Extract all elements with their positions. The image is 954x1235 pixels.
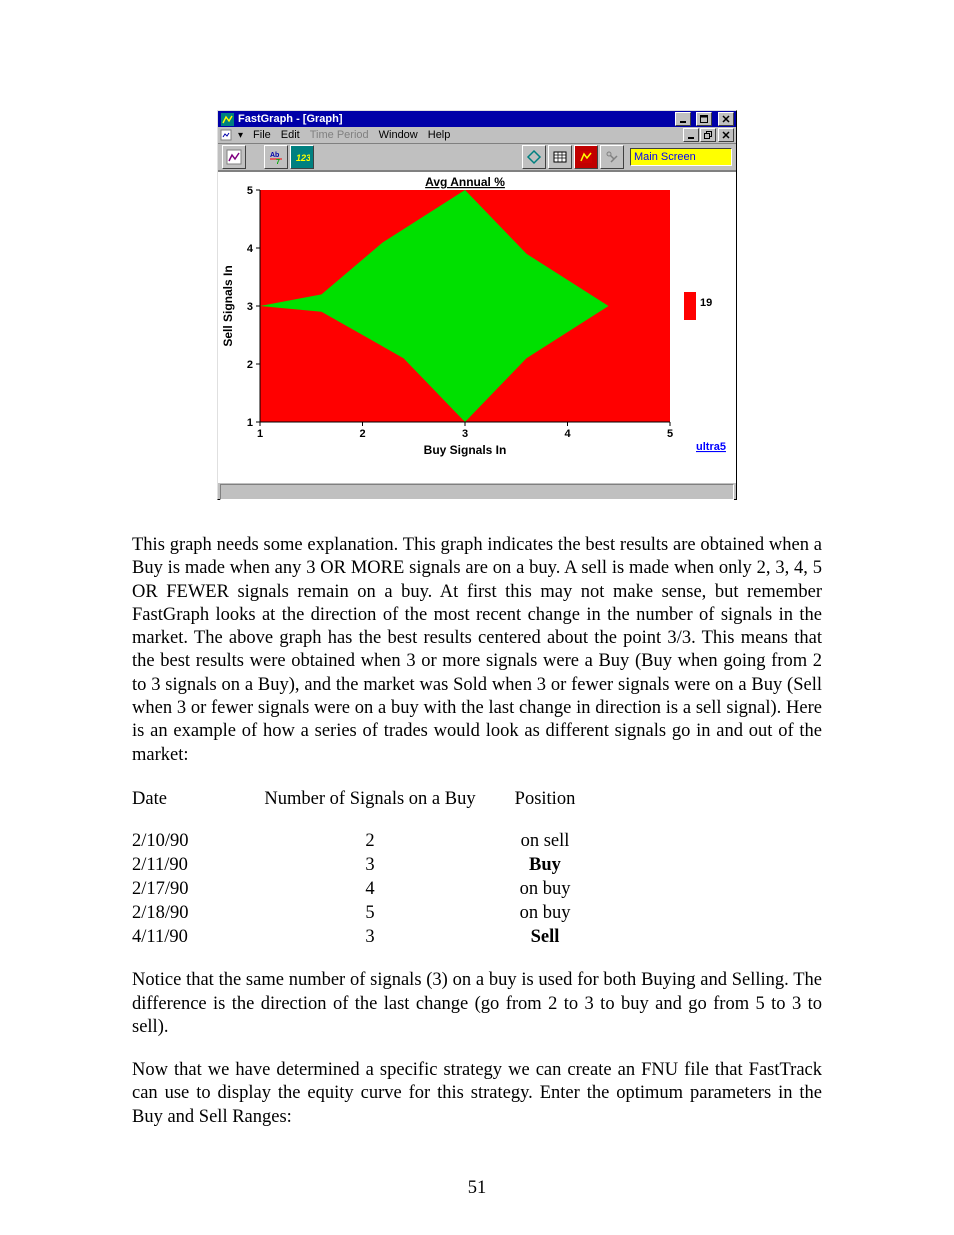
menu-window[interactable]: Window	[379, 129, 418, 141]
svg-text:1: 1	[257, 428, 263, 440]
svg-text:1: 1	[247, 417, 253, 429]
legend-value: 19	[700, 297, 712, 309]
menu-file[interactable]: File	[253, 129, 271, 141]
mdi-doc-icon[interactable]	[220, 128, 234, 142]
cell-position: Buy	[490, 853, 600, 877]
tb-pin-icon[interactable]	[600, 145, 624, 169]
table-row: 2/18/905on buy	[132, 901, 822, 925]
close-button[interactable]	[718, 112, 734, 126]
svg-text:2: 2	[359, 428, 365, 440]
cell-date: 2/18/90	[132, 901, 250, 925]
maximize-button[interactable]	[696, 112, 712, 126]
menu-help[interactable]: Help	[428, 129, 451, 141]
cell-position: on buy	[490, 901, 600, 925]
svg-text:7: 7	[276, 159, 280, 165]
table-header: Date Number of Signals on a Buy Position	[132, 787, 822, 811]
table-row: 2/10/902on sell	[132, 829, 822, 853]
chart-title: Avg Annual %	[425, 175, 505, 189]
mdi-minimize-button[interactable]	[683, 128, 699, 142]
cell-date: 2/10/90	[132, 829, 250, 853]
window-title: FastGraph - [Graph]	[238, 113, 343, 125]
cell-signals: 3	[250, 925, 490, 949]
svg-text:2: 2	[247, 359, 253, 371]
menu-time-period[interactable]: Time Period	[310, 129, 369, 141]
titlebar: FastGraph - [Graph]	[218, 111, 736, 127]
cell-position: on sell	[490, 829, 600, 853]
tb-chart-icon[interactable]	[222, 145, 246, 169]
tb-diamond-icon[interactable]	[522, 145, 546, 169]
th-signals: Number of Signals on a Buy	[250, 787, 490, 811]
cell-signals: 5	[250, 901, 490, 925]
menubar: ▾ File Edit Time Period Window Help	[218, 127, 736, 144]
tb-grid-icon[interactable]	[548, 145, 572, 169]
cell-signals: 2	[250, 829, 490, 853]
cell-position: on buy	[490, 877, 600, 901]
svg-text:4: 4	[564, 428, 571, 440]
chart-xlabel: Buy Signals In	[424, 443, 507, 457]
mdi-restore-button[interactable]	[700, 128, 716, 142]
toolbar: Ab7 123 Main Screen	[218, 144, 736, 171]
svg-text:4: 4	[247, 243, 254, 255]
svg-text:3: 3	[247, 301, 253, 313]
app-window: FastGraph - [Graph] ▾ File Edit Time Per…	[217, 110, 737, 500]
table-row: 2/11/903Buy	[132, 853, 822, 877]
tb-abc-icon[interactable]: Ab7	[264, 145, 288, 169]
svg-text:3: 3	[462, 428, 468, 440]
paragraph-1: This graph needs some explanation. This …	[132, 534, 822, 767]
th-position: Position	[490, 787, 600, 811]
mdi-dropdown-icon[interactable]: ▾	[238, 130, 243, 141]
main-screen-field[interactable]: Main Screen	[630, 148, 732, 166]
minimize-button[interactable]	[675, 112, 691, 126]
menu-edit[interactable]: Edit	[281, 129, 300, 141]
cell-date: 4/11/90	[132, 925, 250, 949]
app-icon	[220, 112, 234, 126]
table-row: 4/11/903Sell	[132, 925, 822, 949]
cell-position: Sell	[490, 925, 600, 949]
page-number: 51	[0, 1178, 954, 1199]
main-screen-label: Main Screen	[634, 151, 696, 163]
svg-text:5: 5	[247, 185, 253, 197]
cell-signals: 4	[250, 877, 490, 901]
tb-redchart-icon[interactable]	[574, 145, 598, 169]
chart-svg: 12345 12345 Avg Annual % Buy Signals In …	[218, 172, 736, 482]
chart-ylabel: Sell Signals In	[221, 265, 235, 346]
mdi-close-button[interactable]	[718, 128, 734, 142]
table-row: 2/17/904on buy	[132, 877, 822, 901]
body-text: This graph needs some explanation. This …	[132, 534, 822, 1129]
legend-label: ultra5	[696, 441, 726, 453]
paragraph-2: Notice that the same number of signals (…	[132, 969, 822, 1039]
th-date: Date	[132, 787, 250, 811]
trade-table: Date Number of Signals on a Buy Position…	[132, 787, 822, 949]
svg-text:123: 123	[296, 153, 310, 163]
cell-signals: 3	[250, 853, 490, 877]
chart-area: 12345 12345 Avg Annual % Buy Signals In …	[218, 171, 736, 482]
cell-date: 2/11/90	[132, 853, 250, 877]
svg-text:5: 5	[667, 428, 673, 440]
statusbar	[218, 482, 736, 499]
legend-swatch	[684, 292, 696, 320]
tb-123-icon[interactable]: 123	[290, 145, 314, 169]
svg-text:Ab: Ab	[270, 152, 279, 159]
paragraph-3: Now that we have determined a specific s…	[132, 1059, 822, 1129]
cell-date: 2/17/90	[132, 877, 250, 901]
